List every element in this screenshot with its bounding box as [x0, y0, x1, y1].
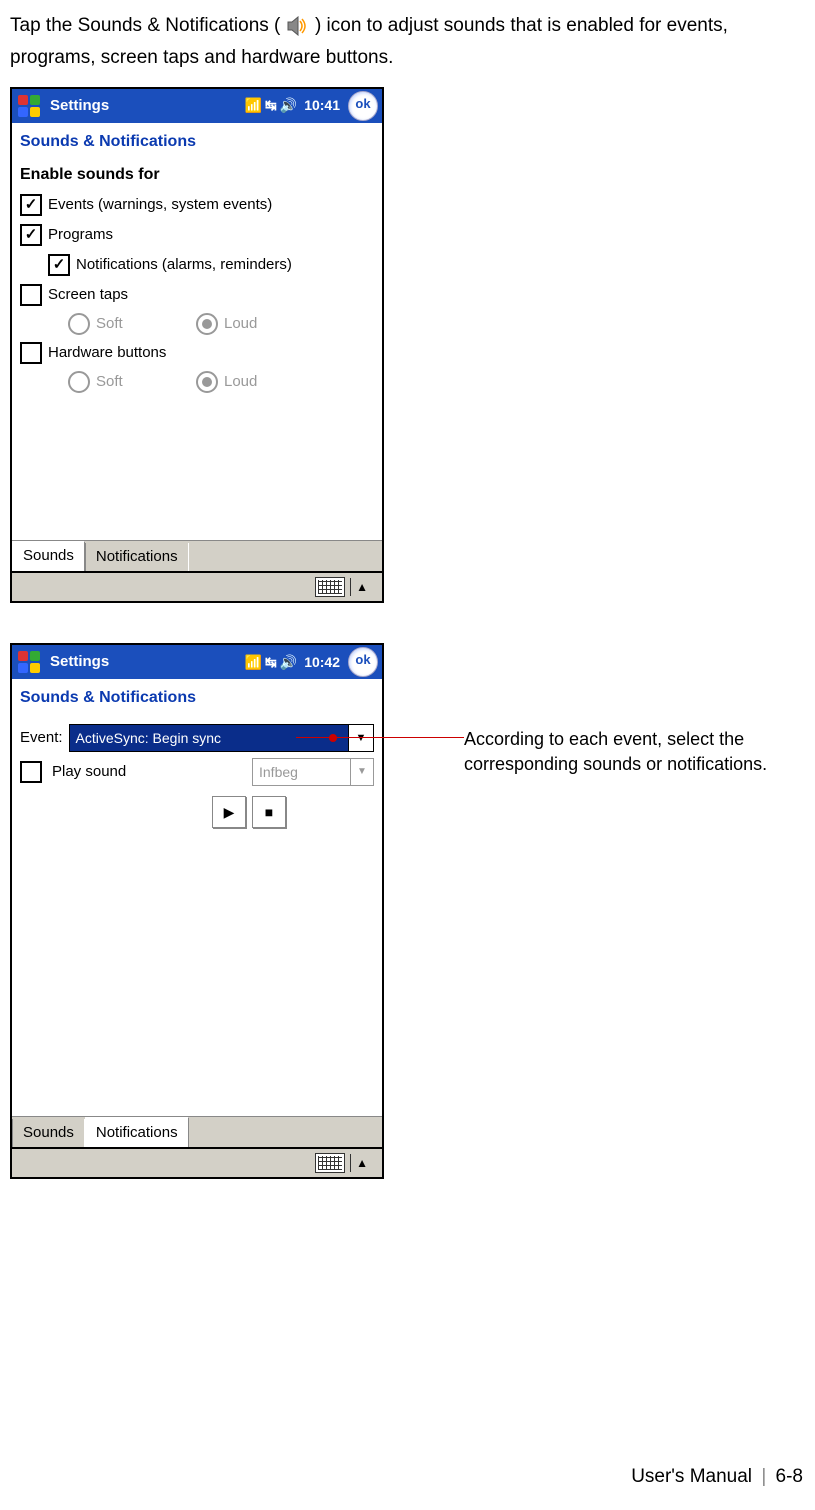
radio-label-soft-2: Soft — [96, 370, 166, 394]
footer-page: 6-8 — [776, 1466, 803, 1487]
event-label: Event: — [20, 726, 63, 750]
playsound-label: Play sound — [52, 760, 242, 784]
clock: 10:41 — [304, 94, 340, 116]
start-icon[interactable] — [16, 93, 44, 119]
checkbox-playsound[interactable] — [20, 761, 42, 783]
radio-hardware-loud[interactable] — [196, 371, 218, 393]
start-icon-2[interactable] — [16, 649, 44, 675]
stop-button[interactable]: ■ — [252, 796, 286, 828]
play-button[interactable]: ▶ — [212, 796, 246, 828]
dropdown-arrow-icon[interactable]: ▼ — [348, 725, 373, 751]
callout-text: According to each event, select the corr… — [384, 643, 774, 777]
play-controls: ▶ ■ — [12, 790, 382, 828]
window-title: Settings — [50, 94, 109, 118]
intro-text-1: Tap the Sounds & Notifications ( — [10, 15, 280, 36]
label-notifications: Notifications (alarms, reminders) — [76, 253, 292, 277]
screenshot-sounds-tab: Settings 📶 ↹ 🔊 10:41 ok Sounds & Notific… — [10, 87, 384, 603]
sound-dropdown-arrow-icon: ▼ — [350, 759, 373, 785]
radio-label-soft: Soft — [96, 312, 166, 336]
signal-icon-2: 📶 — [245, 651, 262, 673]
keyboard-icon-2[interactable] — [315, 1153, 345, 1173]
signal-icon: 📶 — [245, 94, 262, 116]
radio-screentaps-soft[interactable] — [68, 313, 90, 335]
label-events: Events (warnings, system events) — [48, 193, 272, 217]
status-icons-2: 📶 ↹ 🔊 10:42 — [245, 651, 344, 673]
event-selection: ActiveSync: Begin sync — [70, 725, 348, 751]
row-screentaps: Screen taps — [18, 280, 376, 310]
keyboard-icon[interactable] — [315, 577, 345, 597]
sync-icon: ↹ — [265, 94, 277, 116]
status-icons: 📶 ↹ 🔊 10:41 — [245, 94, 344, 116]
label-programs: Programs — [48, 223, 113, 247]
ok-button[interactable]: ok — [348, 91, 378, 121]
screenshot-notifications-tab: Settings 📶 ↹ 🔊 10:42 ok Sounds & Notific… — [10, 643, 384, 1180]
row-hardware: Hardware buttons — [18, 338, 376, 368]
clock-2: 10:42 — [304, 651, 340, 673]
checkbox-programs[interactable]: ✓ — [20, 224, 42, 246]
titlebar-2: Settings 📶 ↹ 🔊 10:42 ok — [12, 645, 382, 679]
checkbox-hardware[interactable] — [20, 342, 42, 364]
up-arrow-icon-2[interactable]: ▲ — [356, 1157, 368, 1169]
callout-content: According to each event, select the corr… — [464, 729, 767, 774]
callout-dot — [329, 734, 337, 742]
radio-label-loud-2: Loud — [224, 370, 294, 394]
section-header: Enable sounds for — [12, 160, 382, 190]
speaker-icon — [286, 15, 310, 35]
callout-line — [296, 737, 464, 738]
sync-icon-2: ↹ — [265, 651, 277, 673]
intro-paragraph: Tap the Sounds & Notifications ( ) icon … — [10, 10, 805, 75]
volume-icon-2: 🔊 — [280, 651, 297, 673]
tab-sounds-2[interactable]: Sounds — [12, 1119, 85, 1147]
tab-sounds[interactable]: Sounds — [12, 541, 85, 571]
page-footer: User's Manual | 6-8 — [631, 1462, 803, 1492]
row-notifications: ✓ Notifications (alarms, reminders) — [18, 250, 376, 280]
ok-button-2[interactable]: ok — [348, 647, 378, 677]
radio-screentaps-loud[interactable] — [196, 313, 218, 335]
radio-group-screentaps: Soft Loud — [18, 310, 376, 338]
label-hardware: Hardware buttons — [48, 341, 166, 365]
footer-manual: User's Manual — [631, 1466, 752, 1487]
page-subtitle-2: Sounds & Notifications — [12, 679, 382, 717]
radio-group-hardware: Soft Loud — [18, 368, 376, 396]
titlebar: Settings 📶 ↹ 🔊 10:41 ok — [12, 89, 382, 123]
checkbox-screentaps[interactable] — [20, 284, 42, 306]
event-dropdown[interactable]: ActiveSync: Begin sync ▼ — [69, 724, 374, 752]
radio-hardware-soft[interactable] — [68, 371, 90, 393]
radio-label-loud: Loud — [224, 312, 294, 336]
row-events: ✓ Events (warnings, system events) — [18, 190, 376, 220]
input-panel-bar-2: ▲ — [12, 1147, 382, 1177]
up-arrow-icon[interactable]: ▲ — [356, 581, 368, 593]
divider-2 — [350, 1154, 351, 1172]
label-screentaps: Screen taps — [48, 283, 128, 307]
footer-sep: | — [761, 1466, 766, 1487]
checkbox-events[interactable]: ✓ — [20, 194, 42, 216]
row-programs: ✓ Programs — [18, 220, 376, 250]
window-title-2: Settings — [50, 650, 109, 674]
input-panel-bar: ▲ — [12, 571, 382, 601]
sound-value: Infbeg — [253, 761, 350, 783]
tab-notifications-2[interactable]: Notifications — [85, 1117, 189, 1147]
checkbox-notifications[interactable]: ✓ — [48, 254, 70, 276]
sound-dropdown[interactable]: Infbeg ▼ — [252, 758, 374, 786]
volume-icon: 🔊 — [280, 94, 297, 116]
tabbar: Sounds Notifications — [12, 540, 382, 571]
page-subtitle: Sounds & Notifications — [12, 123, 382, 161]
divider — [350, 578, 351, 596]
tab-notifications[interactable]: Notifications — [85, 543, 189, 571]
tabbar-2: Sounds Notifications — [12, 1116, 382, 1147]
